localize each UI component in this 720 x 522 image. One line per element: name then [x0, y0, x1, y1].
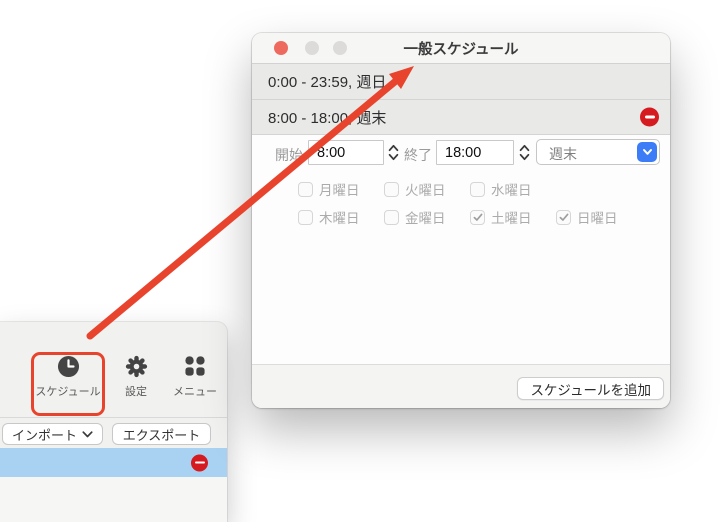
end-time-stepper[interactable] [518, 140, 531, 165]
weekday-checkbox-1: 火曜日 [384, 179, 470, 199]
toolbar-item-label: スケジュール [35, 386, 101, 398]
dialog-footer: スケジュールを追加 [252, 364, 670, 408]
toolbar: スケジュール 設定 メニュー [0, 322, 227, 418]
start-time-label: 開始 [275, 147, 303, 163]
add-schedule-button[interactable]: スケジュールを追加 [517, 377, 664, 400]
period-dropdown[interactable]: 週末 [536, 139, 660, 165]
minimize-button[interactable] [305, 41, 319, 55]
chevron-down-icon [642, 149, 652, 155]
toolbar-item-label: メニュー [173, 386, 217, 398]
export-button-label: エクスポート [122, 427, 201, 443]
weekday-label: 日曜日 [577, 211, 618, 226]
checkbox-icon [298, 209, 313, 225]
checkbox-icon [470, 209, 485, 225]
toolbar-item-schedule[interactable]: スケジュール [26, 355, 110, 399]
delete-schedule-button[interactable] [640, 107, 659, 127]
list-background [0, 477, 227, 522]
schedule-row-text: 8:00 - 18:00, 週末 [268, 109, 387, 127]
zoom-button[interactable] [333, 41, 347, 55]
toolbar-item-label: 設定 [125, 386, 147, 398]
schedule-list-row[interactable]: 0:00 - 23:59, 週日 [252, 64, 670, 100]
main-window: スケジュール 設定 メニュー インポート エクスポート [0, 322, 227, 522]
minus-icon [644, 115, 655, 119]
toolbar-item-menu[interactable]: メニュー [164, 355, 226, 399]
export-button[interactable]: エクスポート [112, 423, 211, 445]
start-time-input[interactable] [308, 140, 384, 165]
import-button[interactable]: インポート [2, 423, 103, 445]
import-button-label: インポート [11, 427, 77, 443]
weekday-checkbox-3: 木曜日 [298, 207, 384, 227]
dialog-titlebar: 一般スケジュール [252, 33, 670, 64]
weekday-label: 木曜日 [319, 211, 360, 226]
schedule-dialog: 一般スケジュール 0:00 - 23:59, 週日 8:00 - 18:00, … [252, 33, 670, 408]
weekday-checkbox-5: 土曜日 [470, 207, 556, 227]
end-time-input[interactable] [436, 140, 514, 165]
weekday-label: 月曜日 [319, 183, 360, 198]
dropdown-button[interactable] [637, 142, 657, 162]
start-time-stepper[interactable] [387, 140, 400, 165]
stepper-up-icon [388, 144, 399, 152]
checkbox-icon [470, 181, 485, 197]
stepper-down-icon [519, 153, 530, 161]
weekday-row: 月曜日 火曜日 水曜日 [298, 176, 642, 202]
chevron-down-icon [82, 430, 93, 437]
weekday-checkbox-2: 水曜日 [470, 179, 556, 199]
weekday-checkbox-4: 金曜日 [384, 207, 470, 227]
stepper-down-icon [388, 153, 399, 161]
stepper-up-icon [519, 144, 530, 152]
weekday-label: 水曜日 [491, 183, 532, 198]
end-time-label: 終了 [404, 147, 432, 163]
checkbox-icon [384, 209, 399, 225]
gear-icon [106, 355, 166, 380]
checkbox-icon [556, 209, 571, 225]
weekday-checkbox-6: 日曜日 [556, 207, 642, 227]
period-dropdown-value: 週末 [549, 146, 577, 162]
toolbar-item-settings[interactable]: 設定 [106, 355, 166, 399]
dialog-title: 一般スケジュール [403, 41, 519, 58]
clock-icon [26, 355, 110, 380]
weekday-label: 火曜日 [405, 183, 446, 198]
remove-row-button[interactable] [191, 454, 208, 471]
checkbox-icon [384, 181, 399, 197]
minus-icon [194, 461, 205, 464]
weekday-row: 木曜日 金曜日 土曜日 日曜日 [298, 204, 642, 230]
close-button[interactable] [274, 41, 288, 55]
menu-grid-icon [164, 355, 226, 380]
weekday-checkbox-grid: 月曜日 火曜日 水曜日 木曜日 金曜日 土曜日 日曜日 [298, 176, 642, 230]
weekday-label: 金曜日 [405, 211, 446, 226]
weekday-label: 土曜日 [491, 211, 532, 226]
selected-schedule-row[interactable] [0, 448, 227, 477]
weekday-checkbox-0: 月曜日 [298, 179, 384, 199]
schedule-list-row[interactable]: 8:00 - 18:00, 週末 [252, 100, 670, 135]
schedule-row-text: 0:00 - 23:59, 週日 [268, 74, 387, 91]
checkbox-icon [298, 181, 313, 197]
